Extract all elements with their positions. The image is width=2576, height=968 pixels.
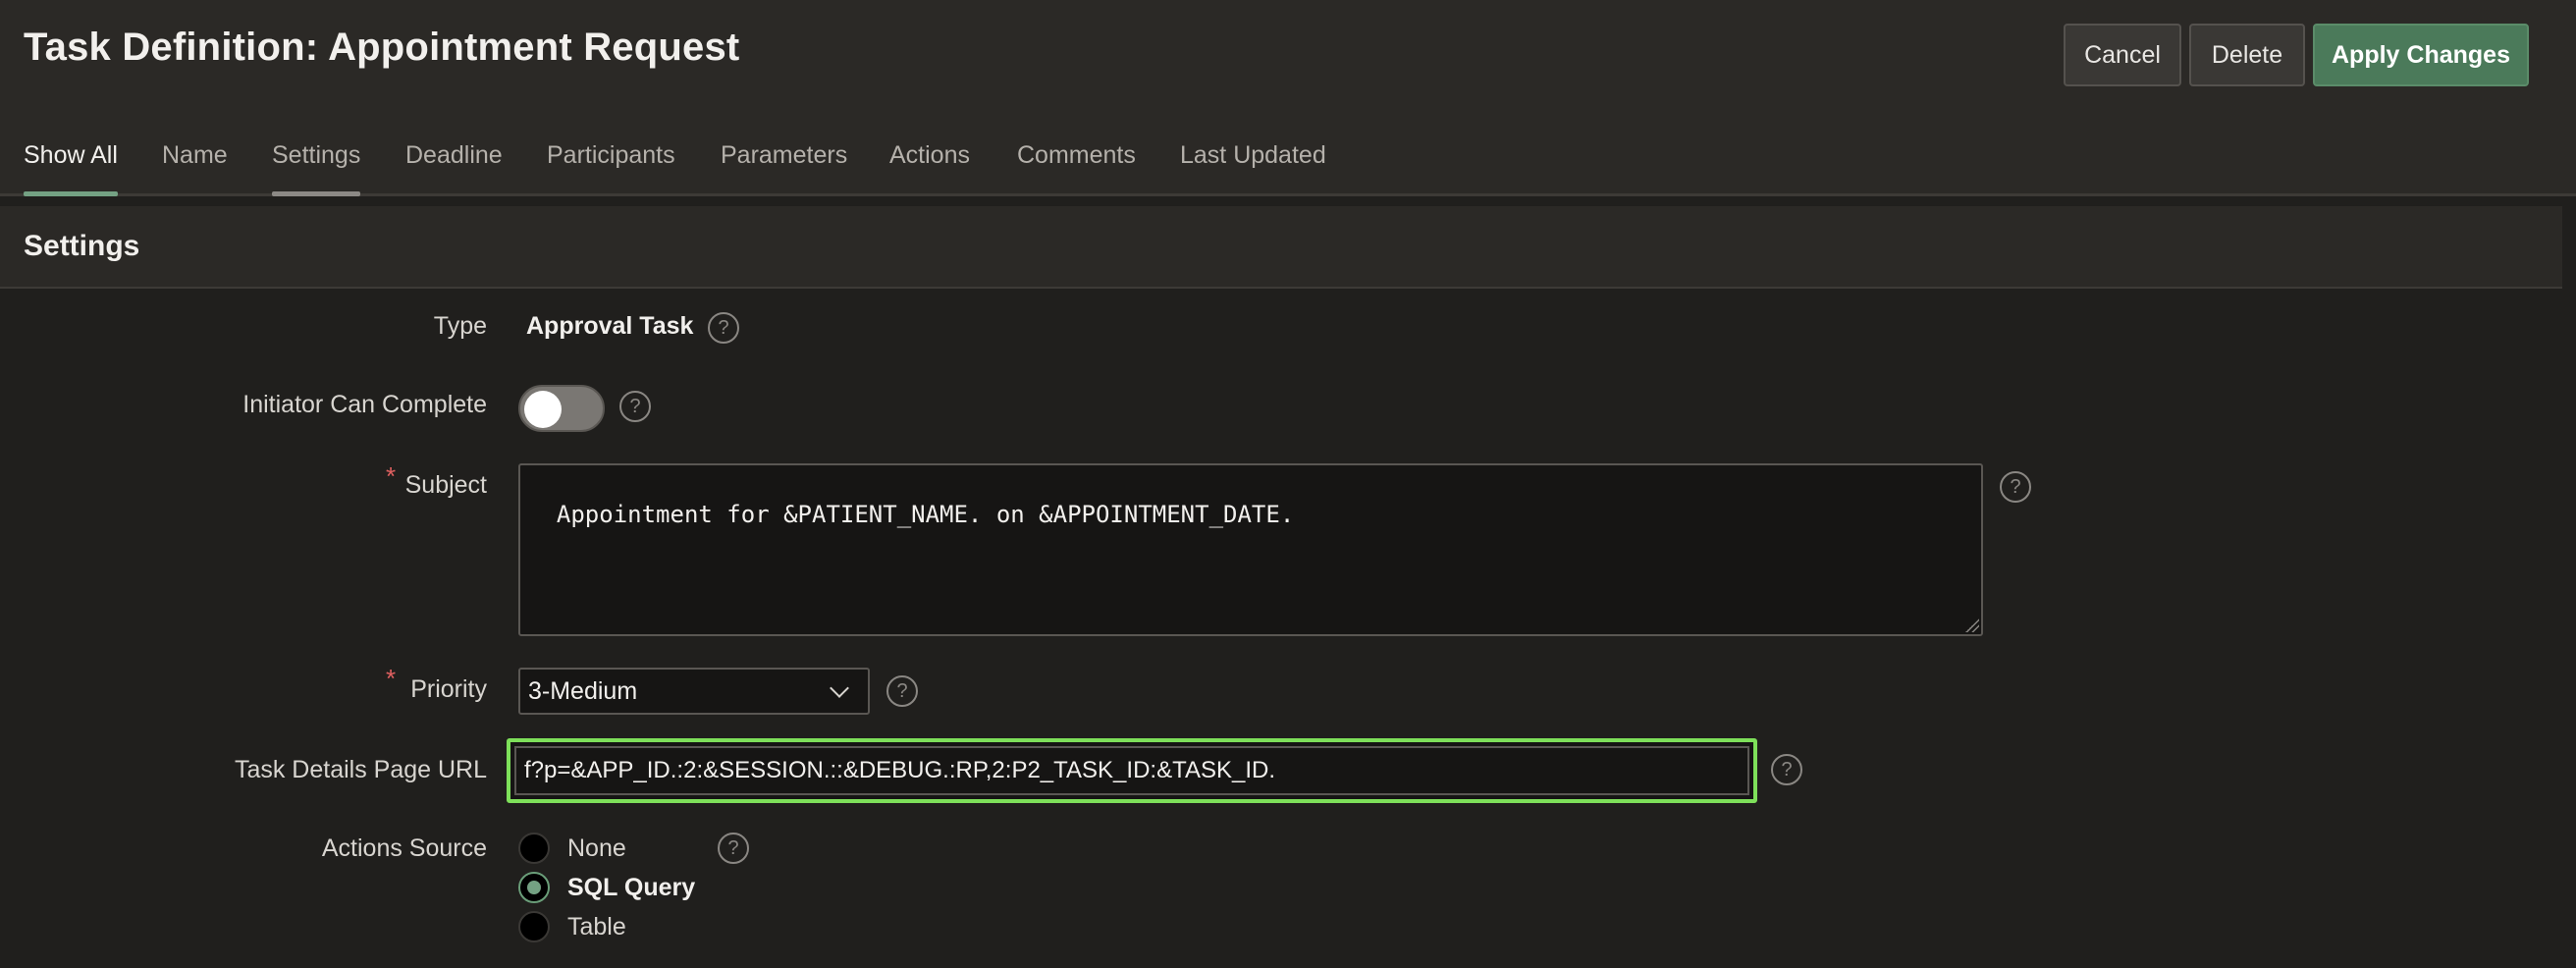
settings-section-header: Settings bbox=[0, 206, 2562, 289]
radio-option-table[interactable]: Table bbox=[518, 911, 626, 942]
tab-participants[interactable]: Participants bbox=[547, 141, 675, 196]
tab-actions[interactable]: Actions bbox=[889, 141, 970, 196]
tab-label: Show All bbox=[24, 141, 118, 169]
radio-button[interactable] bbox=[518, 911, 550, 942]
page-header: Task Definition: Appointment Request Can… bbox=[0, 0, 2576, 196]
priority-select[interactable]: 3-Medium bbox=[518, 668, 870, 715]
task-details-url-label: Task Details Page URL bbox=[234, 756, 487, 783]
radio-button[interactable] bbox=[518, 872, 550, 903]
tab-bar: Show All Name Settings Deadline Particip… bbox=[0, 122, 2576, 196]
subject-textarea[interactable]: Appointment for &PATIENT_NAME. on &APPOI… bbox=[518, 463, 1983, 636]
type-help-icon[interactable]: ? bbox=[708, 312, 739, 344]
priority-label: Priority bbox=[410, 675, 487, 703]
task-url-help-icon[interactable]: ? bbox=[1771, 754, 1802, 785]
tab-underline bbox=[889, 191, 970, 196]
chevron-down-icon bbox=[830, 678, 849, 698]
subject-help-icon[interactable]: ? bbox=[2000, 471, 2031, 503]
initiator-can-complete-toggle[interactable] bbox=[518, 385, 605, 432]
priority-required-marker: * bbox=[386, 664, 397, 693]
tab-label: Actions bbox=[889, 141, 970, 169]
subject-required-marker: * bbox=[386, 461, 397, 491]
tab-parameters[interactable]: Parameters bbox=[721, 141, 847, 196]
tab-label: Settings bbox=[272, 141, 361, 169]
tab-label: Participants bbox=[547, 141, 675, 169]
tab-settings[interactable]: Settings bbox=[272, 141, 361, 196]
tab-underline bbox=[24, 191, 118, 196]
tab-underline bbox=[405, 191, 503, 196]
tab-show-all[interactable]: Show All bbox=[24, 141, 118, 196]
subject-value: Appointment for &PATIENT_NAME. on &APPOI… bbox=[556, 501, 1295, 528]
type-label: Type bbox=[433, 312, 487, 340]
priority-help-icon[interactable]: ? bbox=[886, 675, 918, 707]
initiator-help-icon[interactable]: ? bbox=[619, 391, 651, 422]
actions-source-help-icon[interactable]: ? bbox=[718, 833, 749, 864]
radio-button[interactable] bbox=[518, 833, 550, 864]
tab-label: Parameters bbox=[721, 141, 848, 169]
tab-label: Last Updated bbox=[1180, 141, 1326, 169]
delete-button[interactable]: Delete bbox=[2189, 24, 2305, 86]
radio-label: Table bbox=[567, 912, 626, 941]
apply-changes-button[interactable]: Apply Changes bbox=[2313, 24, 2529, 86]
initiator-can-complete-label: Initiator Can Complete bbox=[242, 391, 487, 418]
cancel-button[interactable]: Cancel bbox=[2064, 24, 2181, 86]
page-title: Task Definition: Appointment Request bbox=[24, 26, 740, 69]
resize-grip-icon[interactable] bbox=[1965, 618, 1979, 632]
tab-name[interactable]: Name bbox=[162, 141, 228, 196]
radio-option-none[interactable]: None bbox=[518, 833, 626, 864]
tab-last-updated[interactable]: Last Updated bbox=[1180, 141, 1326, 196]
tab-comments[interactable]: Comments bbox=[1017, 141, 1136, 196]
tab-label: Name bbox=[162, 141, 228, 169]
tab-underline bbox=[1180, 191, 1326, 196]
priority-value: 3-Medium bbox=[528, 676, 638, 705]
tab-underline bbox=[272, 191, 361, 196]
section-title: Settings bbox=[24, 230, 140, 262]
tab-underline bbox=[721, 191, 847, 196]
radio-label: SQL Query bbox=[567, 873, 696, 901]
radio-label: None bbox=[567, 834, 626, 862]
task-details-url-value: f?p=&APP_ID.:2:&SESSION.::&DEBUG.:RP,2:P… bbox=[524, 757, 1275, 783]
radio-option-sql-query[interactable]: SQL Query bbox=[518, 872, 695, 903]
subject-label: Subject bbox=[404, 471, 487, 499]
type-value: Approval Task bbox=[526, 312, 694, 340]
tab-label: Comments bbox=[1017, 141, 1136, 169]
tab-underline bbox=[547, 191, 675, 196]
actions-source-label: Actions Source bbox=[321, 834, 487, 862]
task-details-url-input[interactable]: f?p=&APP_ID.:2:&SESSION.::&DEBUG.:RP,2:P… bbox=[507, 738, 1757, 803]
tab-label: Deadline bbox=[405, 141, 503, 169]
tab-underline bbox=[1017, 191, 1136, 196]
tab-underline bbox=[162, 191, 228, 196]
toggle-knob bbox=[524, 391, 562, 428]
tab-deadline[interactable]: Deadline bbox=[405, 141, 503, 196]
